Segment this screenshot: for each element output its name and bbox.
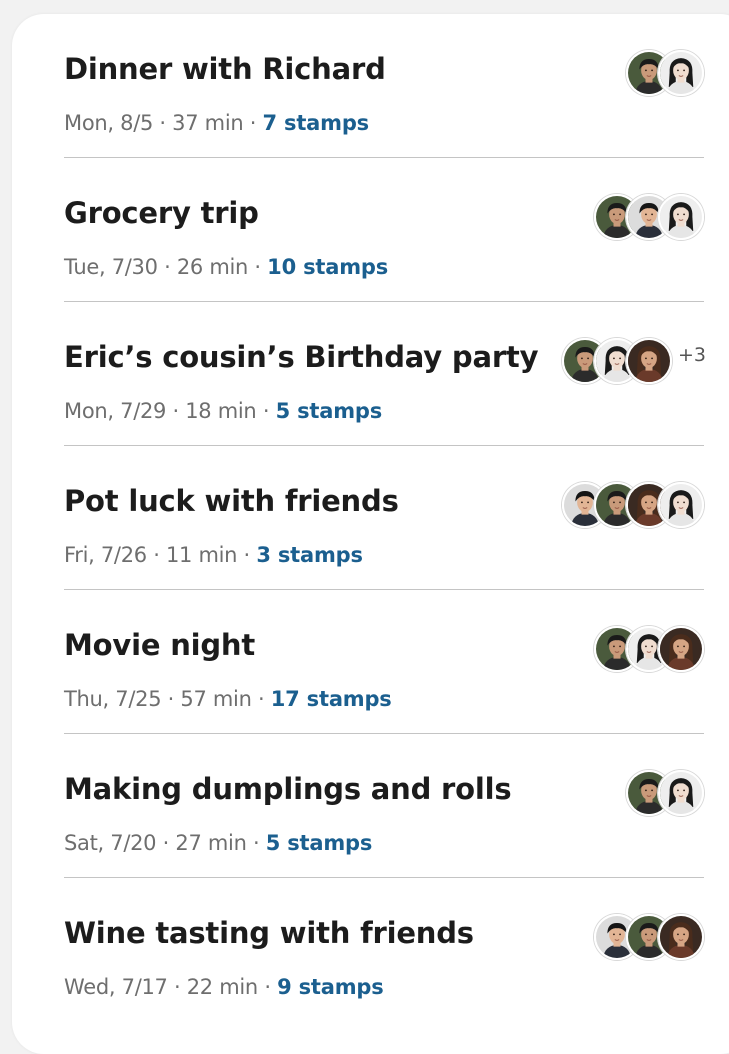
meta-separator: · [257,975,278,999]
event-duration: 11 min [165,543,238,567]
event-title: Making dumplings and rolls [64,772,512,806]
event-date: Sat, 7/20 [64,831,157,855]
event-meta: Sat, 7/20 · 27 min · 5 stamps [64,831,372,855]
event-title: Eric’s cousin’s Birthday party [64,340,539,374]
meta-separator: · [161,687,181,711]
event-meta: Wed, 7/17 · 22 min · 9 stamps [64,975,384,999]
meta-separator: · [251,687,271,711]
event-title: Movie night [64,628,256,662]
meta-separator: · [248,255,268,279]
event-date: Mon, 8/5 [64,111,154,135]
event-date: Mon, 7/29 [64,399,167,423]
participants-avatars[interactable] [562,482,704,528]
person-d-icon [625,338,672,384]
participants-avatars[interactable] [626,50,704,96]
event-item[interactable]: Dinner with Richard Mon, 8/5 · 37 min · … [64,14,704,158]
more-participants-count: +3 [677,344,706,366]
event-title: Grocery trip [64,196,259,230]
events-list: Dinner with Richard Mon, 8/5 · 37 min · … [64,14,706,1022]
event-title: Pot luck with friends [64,484,399,518]
meta-separator: · [246,831,266,855]
event-item[interactable]: Grocery trip Tue, 7/30 · 26 min · 10 sta… [64,158,704,302]
person-b-icon [658,770,704,816]
event-item[interactable]: Pot luck with friends Fri, 7/26 · 11 min… [64,446,704,590]
events-card: Dinner with Richard Mon, 8/5 · 37 min · … [12,14,729,1054]
meta-separator: · [256,399,276,423]
event-stamps-link[interactable]: 5 stamps [266,831,373,855]
event-date: Fri, 7/26 [64,543,147,567]
meta-separator: · [153,111,173,135]
event-stamps-link[interactable]: 3 stamps [256,543,363,567]
participants-avatars[interactable]: +3 [561,338,706,384]
meta-separator: · [166,399,186,423]
event-stamps-link[interactable]: 9 stamps [277,975,384,999]
meta-separator: · [243,111,263,135]
event-meta: Fri, 7/26 · 11 min · 3 stamps [64,543,363,567]
event-title: Dinner with Richard [64,52,386,86]
event-stamps-link[interactable]: 10 stamps [267,255,388,279]
person-b-icon [658,194,704,240]
participants-avatars[interactable] [594,626,704,672]
event-meta: Mon, 8/5 · 37 min · 7 stamps [64,111,369,135]
event-meta: Mon, 7/29 · 18 min · 5 stamps [64,399,382,423]
person-b-icon [658,50,704,96]
event-meta: Tue, 7/30 · 26 min · 10 stamps [64,255,388,279]
meta-separator: · [156,831,176,855]
event-item[interactable]: Wine tasting with friends Wed, 7/17 · 22… [64,878,704,1022]
person-b-icon [658,482,704,528]
event-duration: 26 min [176,255,249,279]
person-d-icon [658,914,704,960]
event-item[interactable]: Making dumplings and rolls Sat, 7/20 · 2… [64,734,704,878]
event-item[interactable]: Eric’s cousin’s Birthday party Mon, 7/29… [64,302,706,446]
meta-separator: · [157,255,177,279]
event-stamps-link[interactable]: 7 stamps [263,111,370,135]
participants-avatars[interactable] [594,194,704,240]
event-date: Thu, 7/25 [64,687,162,711]
person-d-icon [658,626,704,672]
participants-avatars[interactable] [594,914,704,960]
meta-separator: · [237,543,257,567]
event-stamps-link[interactable]: 5 stamps [276,399,383,423]
event-stamps-link[interactable]: 17 stamps [271,687,392,711]
event-date: Wed, 7/17 [64,975,168,999]
event-date: Tue, 7/30 [64,255,158,279]
event-item[interactable]: Movie night Thu, 7/25 · 57 min · 17 stam… [64,590,704,734]
event-duration: 27 min [175,831,247,855]
event-meta: Thu, 7/25 · 57 min · 17 stamps [64,687,392,711]
event-duration: 57 min [180,687,252,711]
participants-avatars[interactable] [626,770,704,816]
meta-separator: · [167,975,187,999]
event-duration: 18 min [185,399,257,423]
event-title: Wine tasting with friends [64,916,474,950]
event-duration: 22 min [186,975,259,999]
event-duration: 37 min [172,111,244,135]
meta-separator: · [146,543,166,567]
